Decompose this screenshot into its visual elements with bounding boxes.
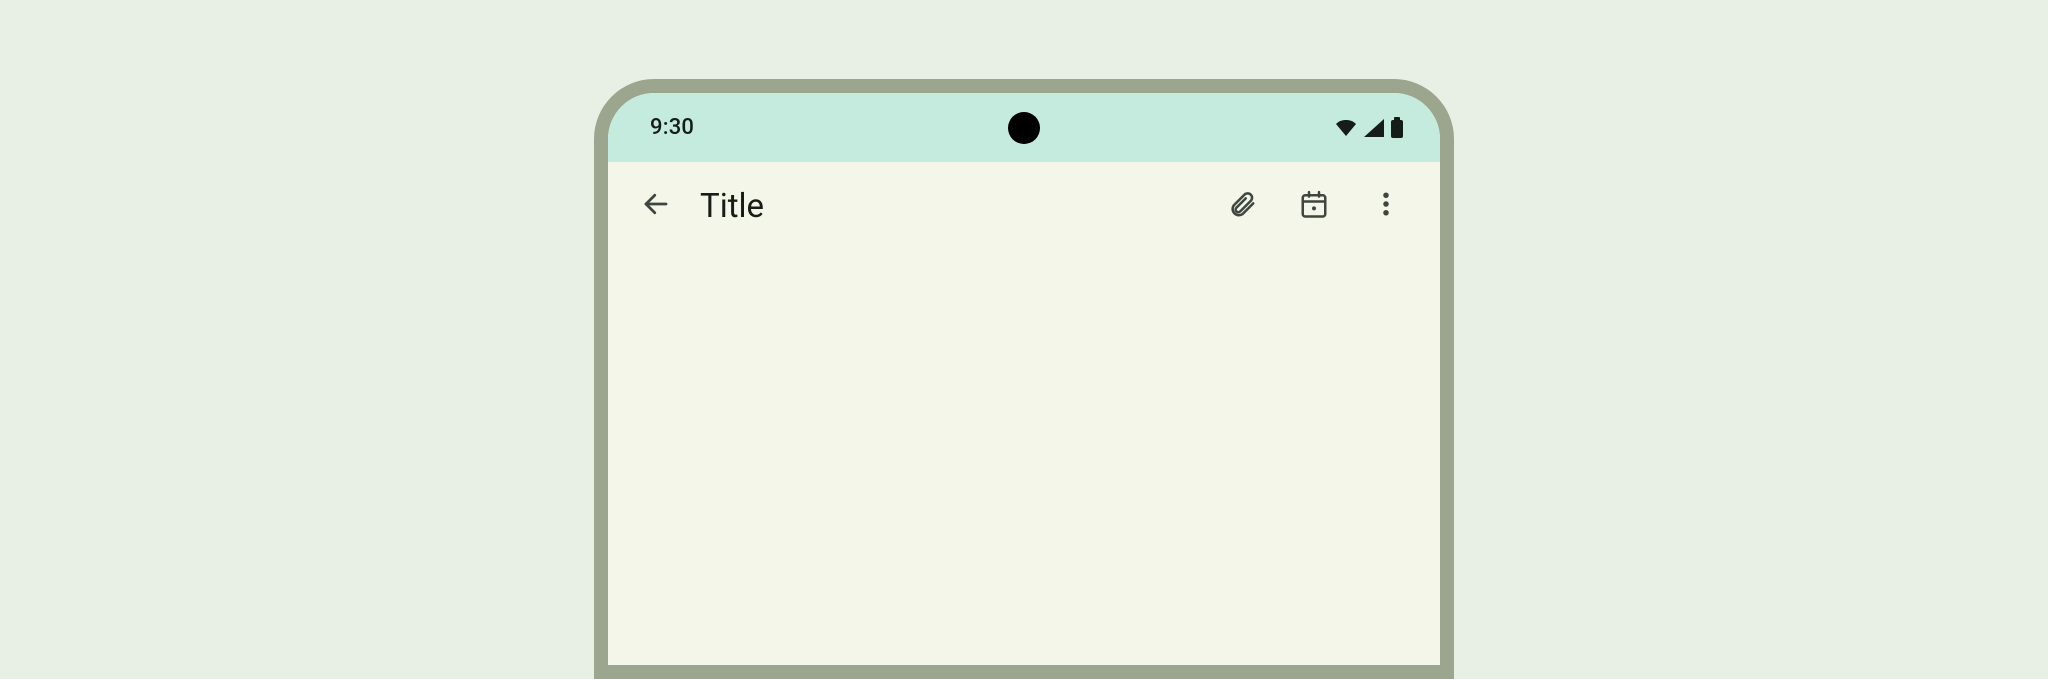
overflow-menu-button[interactable] bbox=[1356, 176, 1416, 236]
back-button[interactable] bbox=[626, 176, 686, 236]
battery-full-icon bbox=[1390, 117, 1404, 139]
camera-punch-icon bbox=[1008, 112, 1040, 144]
app-bar-title: Title bbox=[694, 187, 1204, 226]
more-vert-icon bbox=[1371, 189, 1401, 223]
top-app-bar: Title bbox=[608, 162, 1440, 250]
calendar-button[interactable] bbox=[1284, 176, 1344, 236]
calendar-icon bbox=[1299, 189, 1329, 223]
status-time: 9:30 bbox=[650, 115, 694, 140]
attach-button[interactable] bbox=[1212, 176, 1272, 236]
app-bar-actions bbox=[1212, 176, 1422, 236]
arrow-back-icon bbox=[641, 189, 671, 223]
status-icons bbox=[1334, 117, 1404, 139]
cellular-signal-icon bbox=[1363, 118, 1385, 138]
status-bar: 9:30 bbox=[608, 93, 1440, 162]
stage: 9:30 bbox=[0, 0, 2048, 578]
device-screen: 9:30 bbox=[608, 93, 1440, 665]
attach-icon bbox=[1227, 189, 1257, 223]
device-frame: 9:30 bbox=[594, 79, 1454, 679]
wifi-icon bbox=[1334, 118, 1358, 138]
